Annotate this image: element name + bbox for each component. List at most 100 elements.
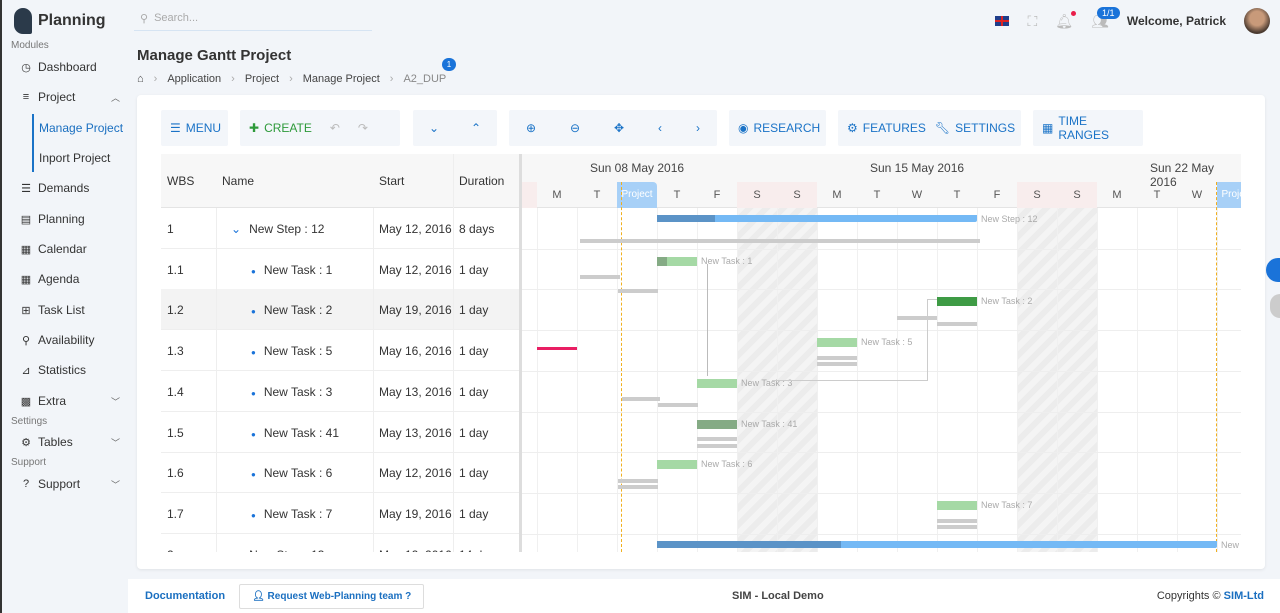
task-bar[interactable] [817, 338, 857, 348]
sidebar-item-statistics[interactable]: ⊿ Statistics [20, 363, 120, 377]
sidebar-item-tables[interactable]: ⚙ Tables ﹀ [20, 435, 120, 449]
chevron-up-icon: ︿ [110, 92, 120, 103]
bar-label: New Task : 1 [701, 255, 753, 266]
table-row[interactable]: 1.4 ● New Task : 3 May 13, 2016 1 day [161, 371, 521, 412]
toolbar-group-collapse: ⌄ ⌃ [413, 110, 497, 146]
toolbar-group-research: ◉ RESEARCH [729, 110, 826, 146]
project-start-line [621, 182, 622, 552]
table-row[interactable]: 1.3 ● New Task : 5 May 16, 2016 1 day [161, 330, 521, 372]
sidebar-item-task-list[interactable]: ⊞ Task List [20, 303, 120, 317]
avatar[interactable] [1244, 8, 1270, 34]
grid-column [977, 208, 978, 552]
zoom-out-icon[interactable]: ⊖ [561, 121, 589, 135]
breadcrumb-project[interactable]: Project [245, 73, 279, 85]
task-bar[interactable] [697, 419, 737, 429]
home-icon[interactable]: ⌂ [137, 73, 144, 85]
task-bar[interactable] [937, 297, 977, 307]
task-bar[interactable] [697, 378, 737, 388]
day-header: T [953, 189, 961, 201]
redo-button[interactable]: ↷ [349, 121, 377, 135]
gauge-icon: ◷ [21, 61, 31, 74]
day-header: S [737, 182, 777, 208]
puzzle-floating-button[interactable] [1270, 294, 1280, 318]
undo-button[interactable]: ↶ [321, 121, 349, 135]
request-team-button[interactable]: 👤︎ Request Web-Planning team ? [239, 583, 425, 609]
name-cell: ● New Task : 3 [251, 384, 333, 399]
menu-icon: ☰ [170, 121, 181, 135]
table-row[interactable]: 2 ⌄New Step : 13 May 12, 2016 14 days [161, 534, 521, 552]
menu-button[interactable]: ☰ MENU [161, 121, 230, 135]
search-person-icon: ⚲ [21, 334, 31, 347]
grid-column [577, 208, 578, 552]
sidebar-item-inport-project[interactable]: Inport Project [39, 151, 110, 165]
breadcrumb-application[interactable]: Application [167, 73, 221, 85]
column-name[interactable]: Name [222, 174, 254, 188]
chevron-down-icon[interactable]: ⌄ [231, 548, 241, 552]
table-row[interactable]: 1.1 ● New Task : 1 May 12, 2016 1 day [161, 249, 521, 290]
logo-icon [14, 8, 32, 34]
project-start-line [1216, 182, 1217, 552]
notification-dot [1071, 10, 1077, 16]
time-ranges-button[interactable]: ▦ TIME RANGES [1033, 114, 1143, 142]
sidebar-item-manage-project[interactable]: Manage Project [39, 121, 123, 135]
team-icon[interactable]: 👥︎ 1/1 [1091, 6, 1120, 30]
breadcrumb-manage-project[interactable]: Manage Project [303, 73, 380, 85]
sidebar-item-extra[interactable]: ▩ Extra ﹀ [20, 394, 120, 408]
bullet-icon: ● [251, 266, 256, 276]
grid-row-line [522, 370, 1241, 372]
documentation-link[interactable]: Documentation [145, 590, 225, 602]
sidebar-item-project[interactable]: ≡ Project ︿ [20, 90, 120, 104]
sidebar-item-demands[interactable]: ☰ Demands [20, 181, 120, 195]
settings-button[interactable]: 🔧︎ SETTINGS [935, 121, 1024, 135]
table-row[interactable]: 1.7 ● New Task : 7 May 19, 2016 1 day [161, 493, 521, 534]
name-cell: ● New Task : 6 [251, 466, 333, 481]
collapse-all-icon[interactable]: ⌃ [462, 121, 490, 135]
search-input[interactable]: Search... [154, 12, 198, 24]
task-bar[interactable] [657, 460, 697, 470]
wbs-cell: 1.4 [167, 384, 184, 399]
critical-bar[interactable] [537, 347, 577, 351]
expand-all-icon[interactable]: ⌄ [420, 121, 448, 135]
toolbar-group-features: ⚙ FEATURES 🔧︎ SETTINGS [838, 110, 1021, 146]
search-bar[interactable]: ⚲ Search... [134, 6, 372, 31]
task-bar[interactable] [937, 500, 977, 510]
start-cell: May 12, 2016 [379, 548, 452, 552]
fit-icon[interactable]: ✥ [605, 121, 633, 135]
wbs-cell: 1.7 [167, 506, 184, 521]
table-row[interactable]: 1.5 ● New Task : 41 May 13, 2016 1 day [161, 412, 521, 453]
table-row[interactable]: 1 ⌄ New Step : 12 May 12, 2016 8 days [161, 208, 521, 249]
breadcrumb: ⌂ › Application › Project › Manage Project ›… [137, 73, 446, 85]
app-logo[interactable]: Planning [14, 8, 106, 34]
next-icon[interactable]: › [687, 121, 709, 135]
fullscreen-icon[interactable]: ⛶ [1027, 13, 1037, 30]
zoom-in-icon[interactable]: ⊕ [517, 121, 545, 135]
bell-icon[interactable]: 🔔︎ [1055, 10, 1077, 30]
table-row[interactable]: 1.2 ● New Task : 2 May 19, 2016 1 day [161, 289, 521, 331]
create-button[interactable]: ✚ CREATE [240, 121, 321, 135]
company-link[interactable]: SIM-Ltd [1224, 590, 1264, 602]
previous-icon[interactable]: ‹ [649, 121, 671, 135]
features-button[interactable]: ⚙ FEATURES [838, 121, 935, 135]
research-button[interactable]: ◉ RESEARCH [729, 121, 829, 135]
column-start[interactable]: Start [379, 174, 404, 188]
day-header: T [1153, 189, 1161, 201]
project-start-marker: Project start [1217, 182, 1241, 226]
add-floating-button[interactable] [1266, 258, 1280, 282]
column-duration[interactable]: Duration [459, 174, 504, 188]
sidebar-item-support[interactable]: ? Support ﹀ [20, 477, 120, 491]
column-wbs[interactable]: WBS [167, 174, 194, 188]
uk-flag-icon[interactable] [995, 16, 1010, 26]
chevron-down-icon[interactable]: ⌄ [231, 222, 241, 236]
duration-cell: 1 day [459, 303, 489, 318]
sidebar-item-planning[interactable]: ▤ Planning [20, 212, 120, 226]
active-indicator [32, 114, 34, 172]
sidebar-item-availability[interactable]: ⚲ Availability [20, 333, 120, 347]
sidebar-item-calendar[interactable]: ▦ Calendar [20, 242, 120, 256]
sidebar-item-dashboard[interactable]: ◷ Dashboard [20, 60, 120, 74]
table-row[interactable]: 1.6 ● New Task : 6 May 12, 2016 1 day [161, 452, 521, 494]
welcome-text: Welcome, Patrick [1126, 14, 1226, 28]
sidebar-item-agenda[interactable]: ▦ Agenda [20, 272, 120, 286]
bar-label: New Task : 2 [981, 296, 1033, 307]
duration-cell: 1 day [459, 425, 489, 440]
grid-column [617, 208, 618, 552]
